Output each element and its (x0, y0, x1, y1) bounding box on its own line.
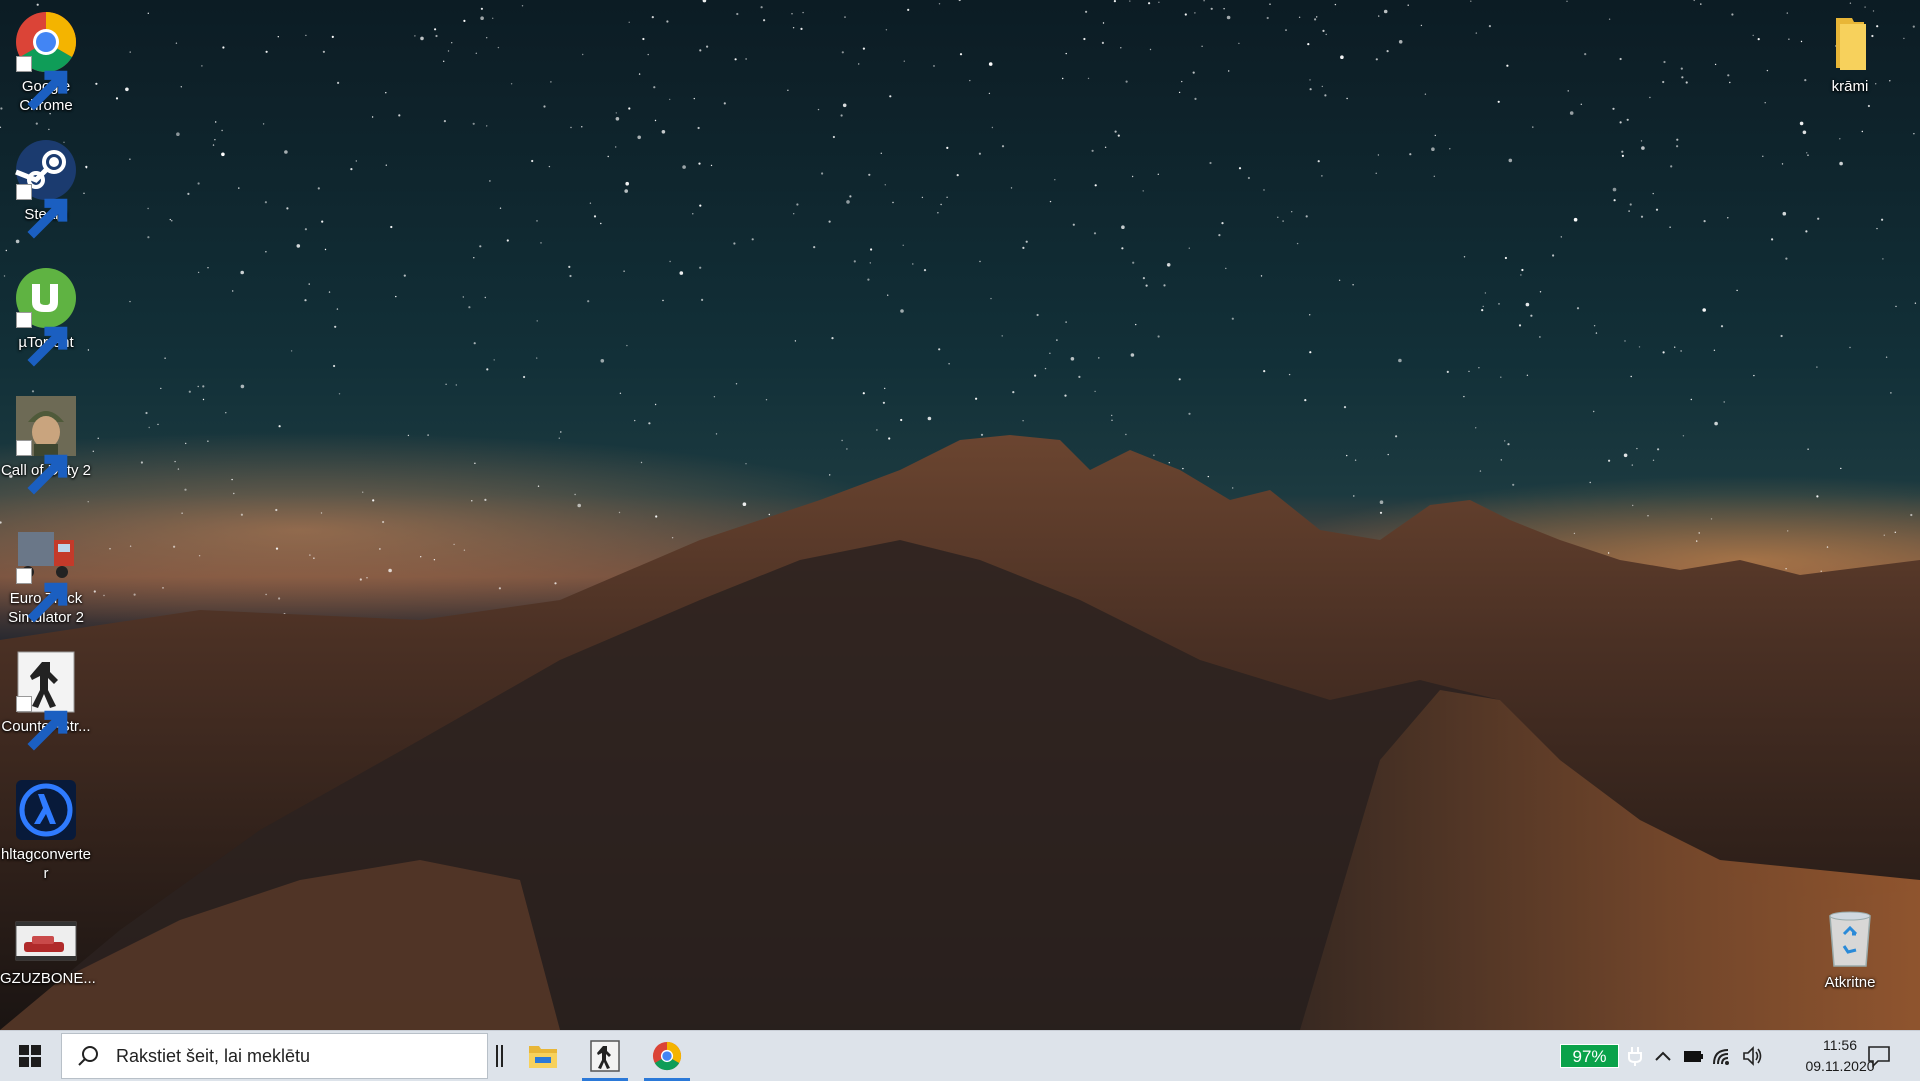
shortcut-arrow-icon (16, 696, 68, 751)
shortcut-arrow-icon (16, 568, 68, 623)
windows-logo-icon (19, 1045, 41, 1067)
task-view-icon[interactable] (492, 1043, 508, 1069)
counter-strike-icon (14, 650, 78, 751)
notification-center-icon[interactable] (1866, 1043, 1892, 1069)
desktop-icon-label: GZUZBONE... (0, 970, 96, 987)
file-explorer-icon (529, 1046, 557, 1068)
desktop-icon-google-chrome[interactable]: Google Chrome (0, 4, 92, 115)
call-of-duty-2-icon (14, 394, 78, 495)
shortcut-arrow-icon (16, 440, 68, 495)
desktop-icon-call-of-duty-2[interactable]: Call of Duty 2 (0, 388, 92, 495)
recycle-bin-icon (1818, 906, 1882, 970)
volume-icon[interactable] (1742, 1044, 1764, 1068)
mountain-wallpaper (0, 435, 1920, 1030)
counter-strike-icon (590, 1040, 620, 1072)
battery-icon[interactable] (1682, 1044, 1704, 1068)
start-button[interactable] (0, 1031, 60, 1081)
search-icon (78, 1046, 98, 1066)
battery-percentage-badge[interactable]: 97% (1560, 1044, 1619, 1068)
desktop-icon-kraemi-folder[interactable]: krāmi (1804, 4, 1896, 96)
desktop-icon-label: krāmi (1831, 78, 1869, 95)
chrome-icon (14, 10, 78, 111)
desktop-icon-hltagconverter[interactable]: hltagconverter (0, 772, 92, 883)
desktop-icon-euro-truck-simulator-2[interactable]: Euro Truck Simulator 2 (0, 516, 92, 627)
desktop-icon-label: hltagconverter (0, 846, 92, 882)
desktop-icon-label: Atkritne (1824, 974, 1876, 991)
taskbar-file-explorer[interactable] (516, 1031, 570, 1081)
desktop-icon-counter-strike[interactable]: Counter-Str... (0, 644, 92, 751)
taskbar-google-chrome[interactable] (640, 1031, 694, 1081)
video-thumbnail-icon (14, 916, 78, 966)
half-life-icon (14, 778, 78, 842)
shortcut-arrow-icon (16, 56, 68, 111)
euro-truck-icon (14, 522, 78, 623)
desktop: Google Chrome Steam µTorrent Call of Dut… (0, 0, 1920, 1030)
utorrent-icon (14, 266, 78, 367)
wifi-icon[interactable] (1712, 1044, 1734, 1068)
desktop-icon-utorrent[interactable]: µTorrent (0, 260, 92, 367)
chevron-up-icon[interactable] (1652, 1044, 1674, 1068)
taskbar: 97% 11:56 09.11.2020 (0, 1030, 1920, 1081)
desktop-icon-recycle-bin[interactable]: Atkritne (1804, 900, 1896, 992)
shortcut-arrow-icon (16, 184, 68, 239)
steam-icon (14, 138, 78, 239)
chrome-icon (652, 1041, 682, 1071)
desktop-icon-gzuzbone[interactable]: GZUZBONE... (0, 910, 96, 988)
search-input[interactable] (114, 1044, 448, 1068)
power-plug-icon[interactable] (1624, 1044, 1646, 1068)
folder-icon (1818, 10, 1882, 74)
desktop-icon-steam[interactable]: Steam (0, 132, 92, 239)
search-box[interactable] (61, 1033, 488, 1079)
shortcut-arrow-icon (16, 312, 68, 367)
taskbar-counter-strike[interactable] (578, 1031, 632, 1081)
